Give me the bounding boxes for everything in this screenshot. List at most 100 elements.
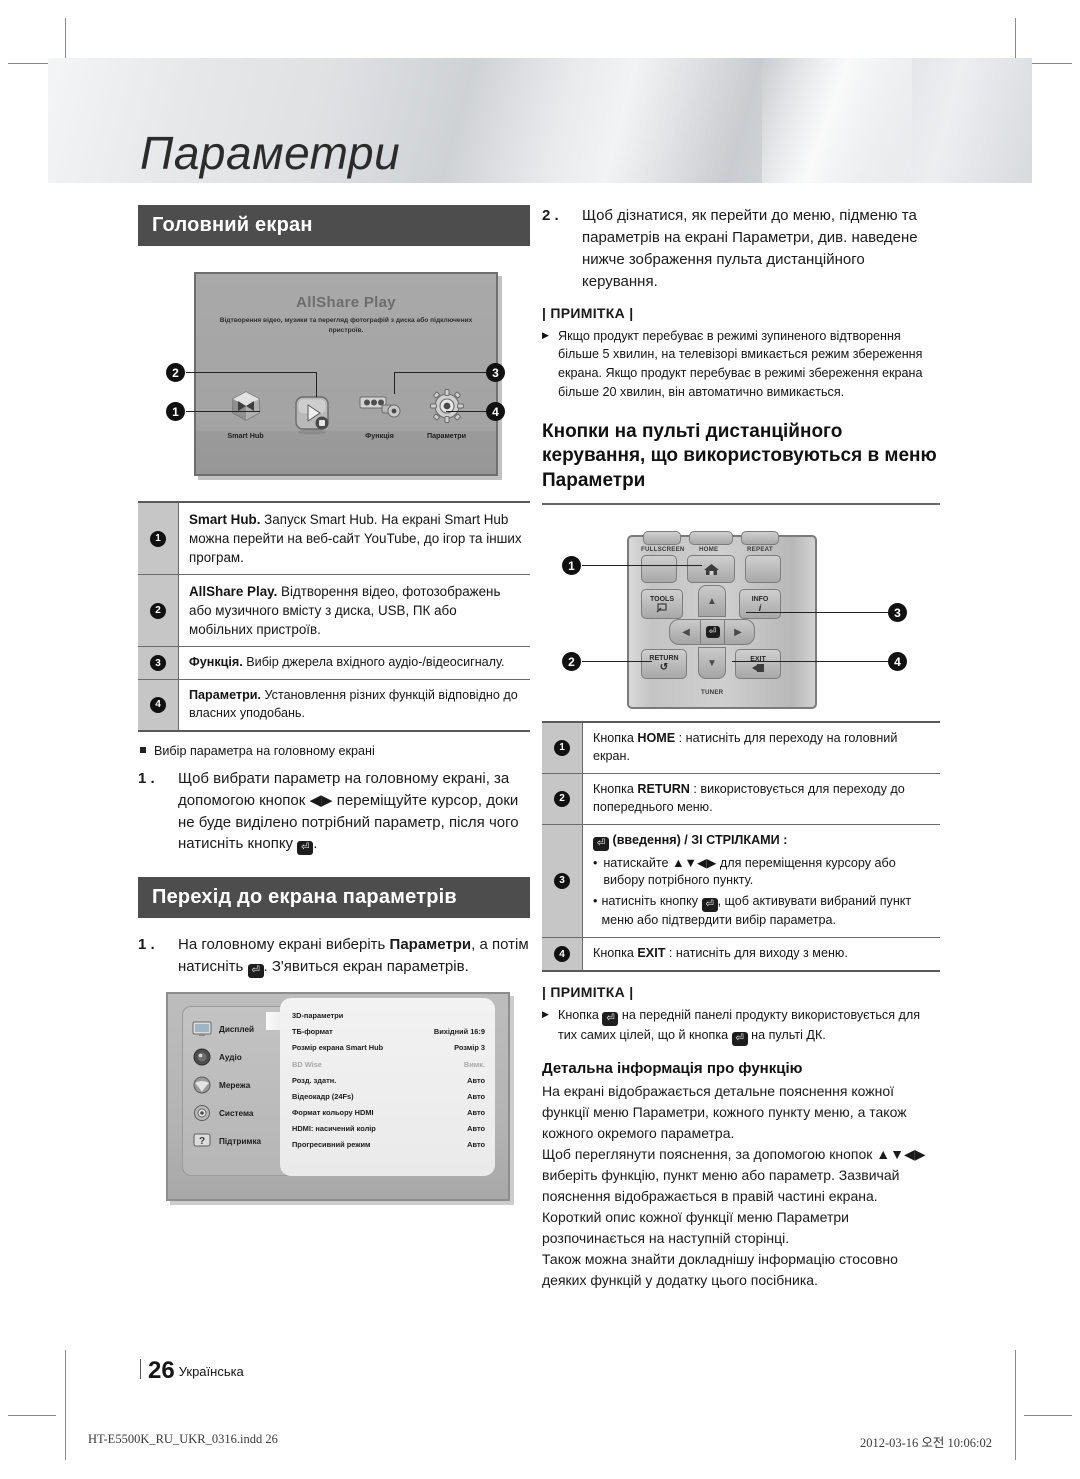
row-text-pre: Кнопка: [593, 731, 638, 746]
fullscreen-button[interactable]: [643, 531, 681, 546]
leader-line-1: [186, 411, 260, 412]
return-key[interactable]: RETURN ↺: [641, 649, 687, 680]
step-remote-reference: 2 . Щоб дізнатися, як перейти до меню, п…: [542, 205, 940, 293]
setting-value: Вимк.: [463, 1059, 485, 1069]
setting-value: Авто: [467, 1108, 485, 1118]
step-text: Щоб дізнатися, як перейти до меню, підме…: [582, 207, 918, 290]
remote-buttons-heading: Кнопки на пульті дистанційного керування…: [542, 421, 937, 491]
exit-icon: [751, 663, 764, 672]
row-text-bold: HOME: [637, 731, 676, 746]
setting-row[interactable]: Прогресивний режим Авто: [292, 1137, 485, 1153]
down-arrow-button[interactable]: ▼: [698, 647, 726, 680]
fullscreen-label: FULLSCREEN: [641, 546, 685, 554]
row-text-bold: Функція.: [189, 655, 243, 670]
step-text-a: На головному екрані виберіть: [178, 936, 390, 954]
row-text-pre: Кнопка: [593, 781, 638, 796]
fullscreen-key[interactable]: [641, 555, 677, 584]
detail-p2-a: Щоб переглянути пояснення, за допомогою …: [542, 1146, 877, 1163]
right-column: 2 . Щоб дізнатися, як перейти до меню, п…: [542, 205, 940, 1291]
setting-row[interactable]: ТБ-формат Вихідний 16:9: [292, 1024, 485, 1040]
home-item-function[interactable]: Функція: [349, 385, 411, 440]
language-label: Українська: [178, 1364, 244, 1379]
table-row-arrows: 3 ⏎ (введення) / ЗІ СТРІЛКАМИ : • натиск…: [542, 824, 940, 939]
repeat-button-top-strip[interactable]: [741, 531, 779, 546]
left-arrow-button[interactable]: ◀: [669, 619, 703, 646]
setting-value: Авто: [467, 1075, 485, 1085]
square-bullet-icon: [140, 746, 146, 753]
arrows-bullet-1: • натискайте ▲▼◀▶ для переміщення курсор…: [593, 855, 932, 891]
setting-value: Вихідний 16:9: [433, 1027, 485, 1037]
home-item-smart-hub[interactable]: Smart Hub: [215, 385, 277, 440]
row-text-bold: RETURN: [637, 781, 690, 796]
allshare-play-icon: [282, 394, 344, 436]
row-number-cell: 4: [542, 938, 583, 971]
home-button-top-strip[interactable]: [689, 531, 733, 546]
enter-key-icon: ⏎: [593, 836, 609, 851]
home-item-label: Smart Hub: [227, 431, 264, 440]
return-arrow-icon: ↺: [659, 662, 669, 674]
home-item-allshare-play[interactable]: [282, 394, 344, 440]
setting-row[interactable]: Розмір екрана Smart Hub Розмір 3: [292, 1040, 485, 1056]
up-arrow-button[interactable]: ▲: [698, 585, 726, 618]
row-number-cell: 1: [542, 723, 583, 773]
note-text: Якщо продукт перебуває в режимі зупинено…: [558, 328, 923, 400]
remote-leader-3: [746, 612, 888, 614]
setting-row[interactable]: Відеокадр (24Fs) Авто: [292, 1088, 485, 1104]
row-badge: 3: [150, 655, 166, 672]
home-icon: [703, 563, 719, 575]
remote-control-figure: FULLSCREEN HOME REPEAT TOOLS INFO i ▲ ◀ …: [542, 517, 940, 717]
repeat-key[interactable]: [745, 555, 781, 584]
setting-row[interactable]: 3D-параметри: [292, 1007, 485, 1023]
repeat-label: REPEAT: [747, 546, 773, 554]
display-tv-icon: [191, 1020, 212, 1038]
step-select-option: 1 . Щоб вибрати параметр на головному ек…: [138, 768, 530, 856]
home-key[interactable]: [687, 555, 735, 584]
table-row: 1 Smart Hub. Запуск Smart Hub. На екрані…: [138, 503, 530, 576]
tools-key[interactable]: TOOLS: [641, 589, 683, 620]
arrow-keys-glyph: ▲▼◀▶: [876, 1146, 926, 1163]
info-key[interactable]: INFO i: [739, 589, 781, 620]
row-text: AllShare Play. Відтворення відео, фотозо…: [179, 575, 530, 646]
info-label: INFO: [751, 595, 769, 603]
return-label: RETURN: [649, 655, 679, 663]
left-column: Головний екран AllShare Play Відтворення…: [138, 205, 530, 1202]
setting-label: HDMI: насичений колір: [292, 1124, 376, 1134]
bullet-label: Вибір параметра на головному екрані: [154, 743, 375, 758]
remote-leader-4: [732, 661, 888, 663]
row-text: Кнопка RETURN : використовується для пер…: [583, 774, 940, 824]
row-text: Функція. Вибір джерела вхідного аудіо-/в…: [179, 647, 513, 679]
exit-key[interactable]: EXIT: [735, 649, 781, 680]
print-filename: HT-E5500K_RU_UKR_0316.indd 26: [88, 1432, 278, 1446]
leader-line-2h: [186, 372, 316, 373]
setting-value: Авто: [467, 1140, 485, 1150]
svg-text:?: ?: [198, 1136, 204, 1147]
note-text-2: Кнопка ⏎ на передній панелі продукту вик…: [558, 1006, 940, 1047]
note-heading: | ПРИМІТКА |: [542, 304, 634, 321]
table-row: 1 Кнопка HOME : натисніть для переходу н…: [542, 723, 940, 774]
leader-line-3v: [394, 372, 395, 394]
setting-label: 3D-параметри: [292, 1010, 344, 1020]
home-item-settings[interactable]: Параметри: [416, 385, 478, 440]
row-number-cell: 2: [138, 575, 179, 647]
row-text-bold: Smart Hub.: [189, 512, 261, 527]
select-option-bullet: Вибір параметра на головному екрані: [140, 744, 530, 758]
tuner-label: TUNER: [701, 689, 724, 697]
remote-callout-2: 2: [562, 652, 581, 672]
callout-4: 4: [486, 402, 505, 421]
setting-row[interactable]: HDMI: насичений колір Авто: [292, 1121, 485, 1137]
step-text-c: .: [313, 835, 318, 853]
arrow-keys-glyph: ▲▼◀▶: [672, 855, 717, 870]
sidebar-item-label: Підтримка: [219, 1136, 262, 1146]
setting-label: Розд. здатн.: [292, 1075, 337, 1085]
setting-row[interactable]: Формат кольору HDMI Авто: [292, 1105, 485, 1121]
setting-row[interactable]: Розд. здатн. Авто: [292, 1072, 485, 1088]
print-timestamp: 2012-03-16 오전 10:06:02: [859, 1436, 992, 1450]
table-row: 4 Кнопка EXIT : натисніть для виходу з м…: [542, 938, 940, 971]
crop-mark-bottom-left: [65, 1350, 66, 1460]
home-screen-icon-row: Smart Hub Функція Параметри: [196, 385, 496, 440]
bullet1-a: натискайте: [603, 855, 673, 870]
dot-bullet-icon: •: [593, 855, 598, 870]
setting-label: BD Wise: [292, 1059, 322, 1069]
right-arrow-button[interactable]: ▶: [721, 619, 755, 646]
enter-button[interactable]: ⏎: [700, 619, 725, 646]
